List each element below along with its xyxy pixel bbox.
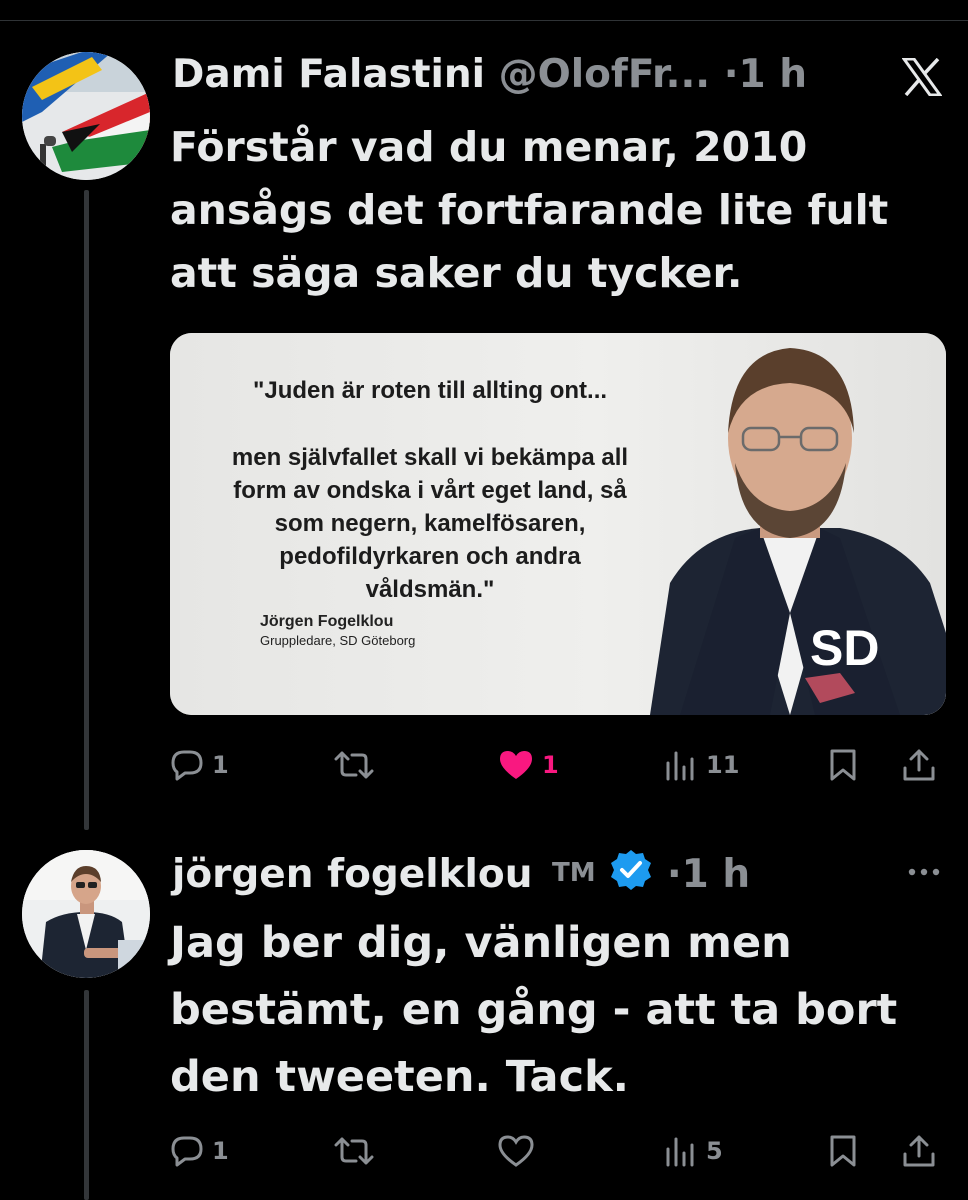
attribution-name: Jörgen Fogelklou	[260, 613, 394, 630]
bookmark-button[interactable]	[828, 1126, 858, 1176]
reply-button[interactable]: 1	[170, 740, 229, 790]
trademark-suffix: TM	[552, 858, 596, 888]
tweet-time[interactable]: ·1 h	[724, 52, 807, 97]
retweet-button[interactable]	[334, 740, 382, 790]
like-count: 1	[542, 751, 559, 779]
tweet-text-line: ansågs det fortfarande lite fult	[170, 186, 889, 234]
tweet-media-image[interactable]: "Juden är roten till allting ont... men …	[170, 333, 946, 715]
reply-count: 1	[212, 751, 229, 779]
quote-line: våldsmän."	[365, 576, 495, 603]
views-button[interactable]: 5	[664, 1126, 723, 1176]
retweet-button[interactable]	[334, 1126, 382, 1176]
tweet-text-line: bestämt, en gång - att ta bort	[170, 985, 898, 1035]
views-count: 5	[706, 1137, 723, 1165]
reply-icon	[171, 1136, 203, 1167]
tweet-text-line: Förstår vad du menar, 2010	[170, 123, 808, 171]
sd-logo: SD	[810, 620, 880, 676]
like-button[interactable]: 1	[498, 740, 559, 790]
tweet-header: Dami Falastini @OlofFr... ·1 h	[172, 50, 807, 100]
share-icon	[903, 749, 935, 781]
share-button[interactable]	[902, 740, 936, 790]
thread-line	[84, 990, 89, 1200]
tweet-text-line: Jag ber dig, vänligen men	[170, 918, 792, 968]
reply-icon	[171, 750, 203, 781]
views-icon	[666, 751, 694, 781]
author-handle[interactable]: @OlofFr...	[499, 52, 711, 97]
tweet-text-line: den tweeten. Tack.	[170, 1052, 629, 1102]
tweet-time[interactable]: ·1 h	[667, 852, 750, 897]
quote-body: men självfallet skall vi bekämpa all for…	[170, 441, 690, 606]
quote-line: pedofildyrkaren och andra	[279, 543, 581, 570]
author-name[interactable]: jörgen fogelklou	[172, 852, 532, 897]
tweet-actions: 1 5	[170, 1126, 950, 1176]
avatar-image	[22, 52, 150, 180]
views-button[interactable]: 11	[664, 740, 739, 790]
reply-button[interactable]: 1	[170, 1126, 229, 1176]
share-button[interactable]	[902, 1126, 936, 1176]
quote-line: form av ondska i vårt eget land, så	[233, 477, 627, 504]
bookmark-icon	[830, 1135, 856, 1167]
avatar-image	[22, 850, 150, 978]
share-icon	[903, 1135, 935, 1167]
thread-line	[84, 190, 89, 830]
bookmark-icon	[830, 749, 856, 781]
reply-count: 1	[212, 1137, 229, 1165]
views-count: 11	[706, 751, 740, 779]
quote-attribution: Jörgen Fogelklou Gruppledare, SD Götebor…	[260, 613, 415, 648]
like-icon	[498, 1135, 534, 1167]
more-icon[interactable]	[904, 862, 944, 886]
views-icon	[666, 1137, 694, 1167]
quote-line: som negern, kamelfösaren,	[274, 510, 586, 537]
author-name[interactable]: Dami Falastini	[172, 52, 485, 97]
quote-line: men självfallet skall vi bekämpa all	[231, 444, 629, 471]
avatar[interactable]	[22, 850, 150, 978]
avatar[interactable]	[22, 52, 150, 180]
tweet-actions: 1 1 11	[170, 740, 950, 790]
retweet-icon	[334, 1137, 374, 1165]
top-divider	[0, 20, 968, 21]
like-icon	[500, 751, 532, 779]
tweet-header: jörgen fogelklou TM ·1 h	[172, 848, 750, 905]
x-logo-icon[interactable]	[901, 57, 943, 98]
attribution-title: Gruppledare, SD Göteborg	[260, 633, 416, 648]
portrait-photo	[650, 348, 946, 715]
like-button[interactable]	[498, 1126, 542, 1176]
retweet-icon	[334, 751, 374, 779]
verified-badge-icon[interactable]	[609, 848, 653, 905]
tweet-text: Förstår vad du menar, 2010 ansågs det fo…	[170, 116, 950, 305]
tweet-text: Jag ber dig, vänligen men bestämt, en gå…	[170, 910, 950, 1111]
quote-line: "Juden är roten till allting ont...	[252, 377, 608, 404]
tweet-text-line: att säga saker du tycker.	[170, 249, 743, 297]
bookmark-button[interactable]	[828, 740, 858, 790]
